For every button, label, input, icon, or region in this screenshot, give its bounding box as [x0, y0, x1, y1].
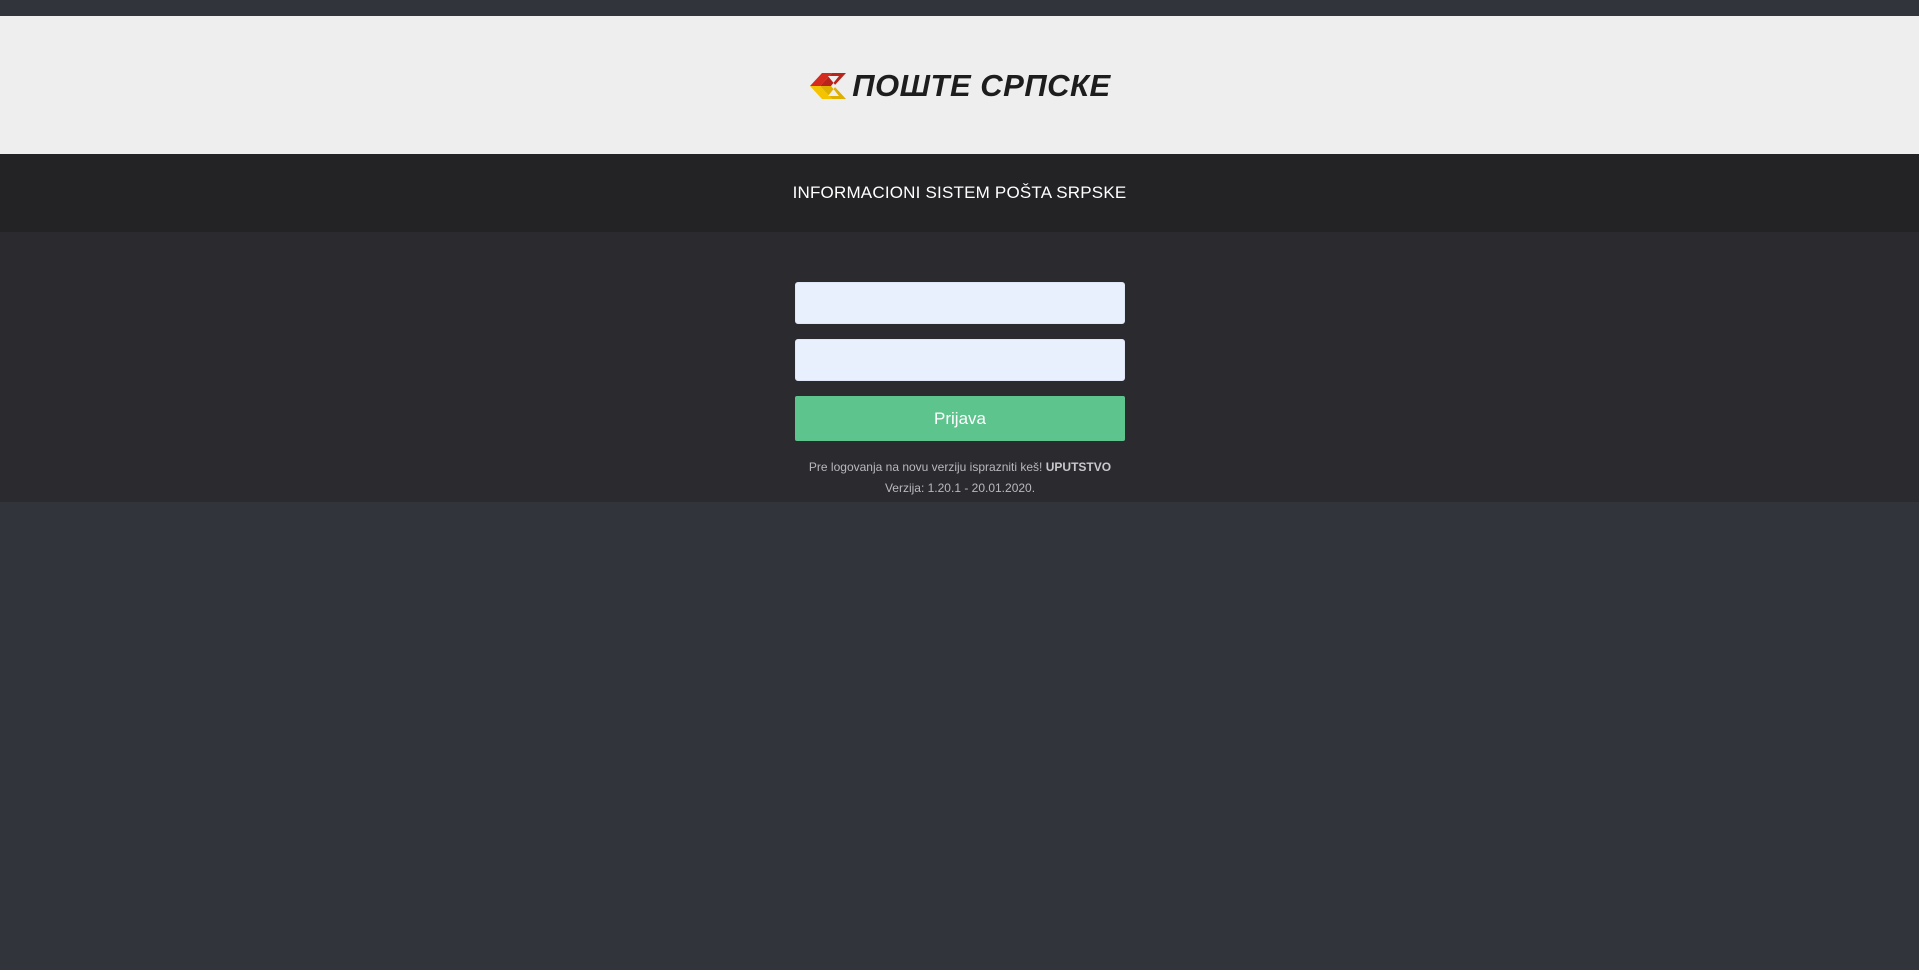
- top-strip: [0, 0, 1919, 16]
- login-button[interactable]: Prijava: [795, 396, 1125, 441]
- system-title: INFORMACIONI SISTEM POŠTA SRPSKE: [792, 183, 1127, 202]
- title-bar: INFORMACIONI SISTEM POŠTA SRPSKE: [0, 154, 1919, 232]
- login-section: Prijava Pre logovanja na novu verziju is…: [0, 232, 1919, 502]
- version-info: Verzija: 1.20.1 - 20.01.2020.: [884, 481, 1036, 495]
- logo-header: ПОШТЕ СРПСКЕ: [0, 16, 1919, 154]
- guide-link[interactable]: UPUTSTVO: [1046, 460, 1111, 474]
- login-notes: Pre logovanja na novu verziju isprazniti…: [795, 457, 1125, 499]
- cache-notice-line: Pre logovanja na novu verziju isprazniti…: [795, 457, 1125, 478]
- posta-srpske-logo: ПОШТЕ СРПСКЕ: [808, 68, 1110, 104]
- username-input[interactable]: [795, 282, 1125, 324]
- logo-chevron-icon: [810, 73, 847, 99]
- page-background: [0, 502, 1919, 970]
- cache-notice: Pre logovanja na novu verziju isprazniti…: [808, 460, 1043, 474]
- logo-text: ПОШТЕ СРПСКЕ: [852, 68, 1111, 103]
- password-input[interactable]: [795, 339, 1125, 381]
- login-form: Prijava Pre logovanja na novu verziju is…: [795, 282, 1125, 499]
